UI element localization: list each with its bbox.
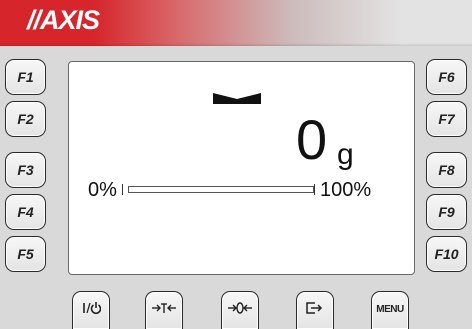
weight-unit: g bbox=[337, 138, 354, 171]
f1-key[interactable]: F1 bbox=[5, 59, 46, 95]
power-icon bbox=[81, 301, 101, 315]
f9-key[interactable]: F9 bbox=[426, 194, 467, 230]
f4-key[interactable]: F4 bbox=[5, 194, 46, 230]
bargraph-min-label: 0% bbox=[88, 179, 117, 201]
f5-key[interactable]: F5 bbox=[5, 236, 46, 272]
tare-key[interactable] bbox=[145, 291, 183, 329]
menu-key[interactable]: MENU bbox=[371, 291, 409, 329]
power-key[interactable] bbox=[72, 291, 110, 329]
f8-key[interactable]: F8 bbox=[426, 152, 467, 188]
f7-key[interactable]: F7 bbox=[426, 101, 467, 137]
zero-icon bbox=[227, 301, 253, 315]
tare-icon bbox=[151, 301, 177, 315]
brand-header: //AXIS bbox=[0, 0, 472, 46]
axis-logo: //AXIS bbox=[27, 5, 100, 35]
stability-mark-icon bbox=[212, 92, 262, 111]
f2-key[interactable]: F2 bbox=[5, 101, 46, 137]
weight-value: 0 bbox=[296, 108, 328, 171]
menu-key-label: MENU bbox=[376, 304, 404, 315]
bargraph-max-label: 100% bbox=[320, 179, 372, 201]
bargraph-left-tick bbox=[122, 184, 123, 195]
print-key[interactable] bbox=[296, 291, 334, 329]
print-icon bbox=[306, 301, 324, 315]
f10-key[interactable]: F10 bbox=[426, 236, 467, 272]
f6-key[interactable]: F6 bbox=[426, 59, 467, 95]
zero-key[interactable] bbox=[221, 291, 259, 329]
bargraph-track bbox=[128, 186, 314, 193]
f3-key[interactable]: F3 bbox=[5, 152, 46, 188]
bargraph-right-tick bbox=[314, 184, 315, 195]
